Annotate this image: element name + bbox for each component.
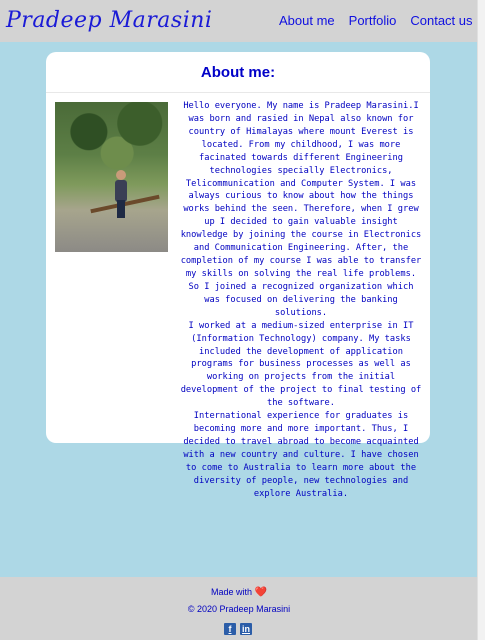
about-card: About me: Hello everyone. My name is Pra… [46, 52, 430, 499]
bio-text: Hello everyone. My name is Pradeep Maras… [179, 100, 423, 501]
photo-person-body [115, 180, 127, 202]
page-scrollbar[interactable] [477, 0, 485, 640]
facebook-icon[interactable]: f [224, 623, 236, 635]
heart-icon: ❤️ [254, 587, 267, 598]
copyright-text: © 2020 Pradeep Marasini [187, 604, 291, 614]
site-header: Pradeep Marasini About me Portfolio Cont… [0, 0, 478, 42]
card-divider [46, 92, 430, 93]
profile-photo [55, 102, 168, 252]
made-with-text: Made with [211, 587, 253, 597]
photo-person-legs [117, 200, 125, 218]
made-with-line: Made with ❤️ [0, 587, 478, 598]
photo-person-head [116, 170, 126, 180]
main-nav: About me Portfolio Contact us [279, 13, 473, 28]
page-background: Pradeep Marasini About me Portfolio Cont… [0, 0, 478, 640]
photo-trees [55, 102, 168, 187]
nav-link-contact-us[interactable]: Contact us [410, 13, 472, 28]
about-title: About me: [200, 64, 276, 81]
nav-link-portfolio[interactable]: Portfolio [349, 13, 397, 28]
site-footer: Made with ❤️ © 2020 Pradeep Marasini f i… [0, 577, 478, 640]
social-links: f in [224, 623, 252, 635]
linkedin-icon[interactable]: in [240, 623, 252, 635]
bio-paragraph-work: I worked at a medium-sized enterprise in… [180, 320, 422, 409]
bio-paragraph-intro: Hello everyone. My name is Pradeep Maras… [180, 101, 422, 318]
bio-paragraph-travel: International experience for graduates i… [183, 411, 419, 499]
nav-link-about-me[interactable]: About me [279, 13, 335, 28]
brand-logo-text[interactable]: Pradeep Marasini [6, 8, 212, 33]
